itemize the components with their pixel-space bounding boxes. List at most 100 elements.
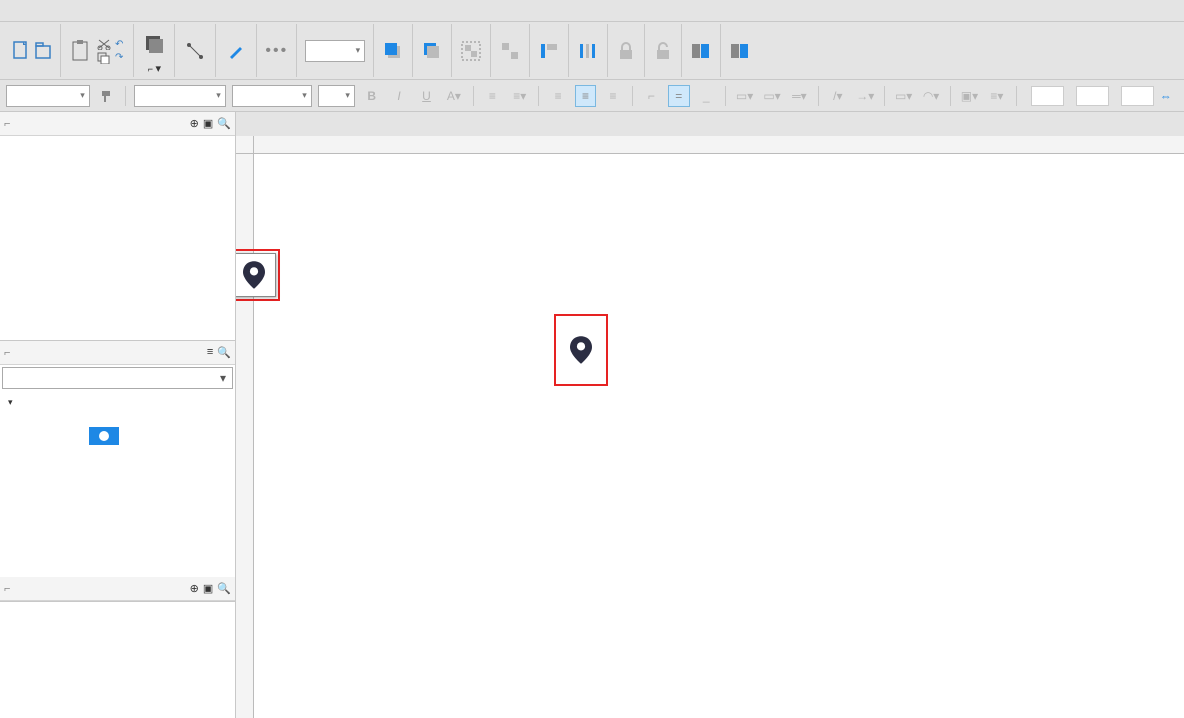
connect-icon bbox=[183, 39, 207, 63]
padding-button[interactable]: ▣▾ bbox=[959, 85, 980, 107]
canvas-widget-highlight[interactable] bbox=[554, 314, 608, 386]
collapse-icon[interactable]: ⌐ bbox=[4, 583, 10, 595]
collapse-icon[interactable]: ⌐ bbox=[4, 118, 10, 130]
library-item[interactable] bbox=[14, 424, 54, 458]
format-painter-button[interactable] bbox=[96, 85, 117, 107]
menu-layout[interactable] bbox=[54, 9, 66, 13]
add-folder-icon[interactable]: ▣ bbox=[203, 117, 213, 130]
masters-panel bbox=[0, 601, 235, 718]
menu-icon[interactable]: ≡ bbox=[207, 346, 213, 359]
add-page-icon[interactable]: ⊕ bbox=[190, 117, 199, 130]
menu-publish[interactable] bbox=[66, 9, 78, 13]
linespacing-button[interactable]: ≡▾ bbox=[509, 85, 530, 107]
new-file-icon[interactable] bbox=[12, 40, 30, 62]
toolgroup-front[interactable] bbox=[374, 24, 413, 77]
valign-middle-button[interactable]: = bbox=[668, 85, 689, 107]
align-left-button[interactable]: ≡ bbox=[547, 85, 568, 107]
toolgroup-group[interactable] bbox=[452, 24, 491, 77]
menu-edit[interactable] bbox=[18, 9, 30, 13]
toolgroup-file bbox=[4, 24, 61, 77]
menu-team[interactable] bbox=[78, 9, 90, 13]
font-select[interactable] bbox=[134, 85, 226, 107]
library-select[interactable] bbox=[2, 367, 233, 389]
pages-panel-header: ⌐ ⊕ ▣ 🔍 bbox=[0, 112, 235, 136]
text-color-button[interactable]: A▾ bbox=[443, 85, 464, 107]
distribute-icon bbox=[577, 40, 599, 62]
panel-left-icon bbox=[690, 42, 712, 60]
toolgroup-zoom bbox=[297, 24, 374, 77]
spacing-button[interactable]: ≡▾ bbox=[986, 85, 1007, 107]
lock-aspect-icon[interactable]: ⇔ bbox=[1160, 89, 1172, 103]
toolgroup-lock[interactable] bbox=[608, 24, 645, 77]
toolgroup-clipboard: ↶ ↷ bbox=[61, 24, 134, 77]
ruler-horizontal bbox=[254, 136, 1184, 154]
cut-icon[interactable] bbox=[97, 38, 111, 50]
outer-border-button[interactable]: ▭▾ bbox=[893, 85, 914, 107]
search-icon[interactable]: 🔍 bbox=[217, 346, 231, 359]
border-color-button[interactable]: ▭▾ bbox=[761, 85, 782, 107]
location-pin-icon bbox=[243, 261, 265, 289]
weight-select[interactable] bbox=[232, 85, 312, 107]
valign-bottom-button[interactable]: _ bbox=[696, 85, 717, 107]
copy-icon[interactable] bbox=[97, 52, 111, 64]
menu-project[interactable] bbox=[42, 9, 54, 13]
toolgroup-left[interactable] bbox=[682, 24, 721, 77]
toolgroup-pen[interactable] bbox=[216, 24, 257, 77]
collapse-icon[interactable]: ⌐ bbox=[4, 347, 10, 359]
toolgroup-distribute[interactable] bbox=[569, 24, 608, 77]
more-icon: ••• bbox=[265, 42, 288, 60]
align-right-button[interactable]: ≡ bbox=[602, 85, 623, 107]
toolgroup-select[interactable]: ⌐ ▾ bbox=[134, 24, 175, 77]
redo-button[interactable]: ↷ bbox=[115, 52, 125, 63]
format-bar: B I U A▾ ≡ ≡▾ ≡ ≡ ≡ ⌐ = _ ▭▾ ▭▾ ═▾ /▾ →▾… bbox=[0, 80, 1184, 112]
size-select[interactable] bbox=[318, 85, 355, 107]
workspace: ⌐ ⊕ ▣ 🔍 ⌐ ≡ 🔍 ▾ bbox=[0, 112, 1184, 718]
back-icon bbox=[421, 40, 443, 62]
toolgroup-right[interactable] bbox=[721, 24, 759, 77]
toolgroup-align[interactable] bbox=[530, 24, 569, 77]
toolgroup-more[interactable]: ••• bbox=[257, 24, 297, 77]
valign-top-button[interactable]: ⌐ bbox=[641, 85, 662, 107]
pages-tree bbox=[0, 136, 235, 341]
undo-button[interactable]: ↶ bbox=[115, 39, 125, 50]
border-width-button[interactable]: ═▾ bbox=[789, 85, 810, 107]
menu-view[interactable] bbox=[30, 9, 42, 13]
library-section[interactable]: ▾ bbox=[0, 391, 235, 414]
align-center-button[interactable]: ≡ bbox=[575, 85, 596, 107]
canvas-area bbox=[236, 112, 1184, 718]
canvas[interactable] bbox=[254, 154, 1184, 718]
w-input[interactable] bbox=[1121, 86, 1154, 106]
toolgroup-back[interactable] bbox=[413, 24, 452, 77]
menu-account[interactable] bbox=[90, 9, 102, 13]
main-toolbar: ↶ ↷ ⌐ ▾ ••• bbox=[0, 22, 1184, 80]
fill-button[interactable]: ▭▾ bbox=[734, 85, 755, 107]
y-input[interactable] bbox=[1076, 86, 1109, 106]
zoom-select[interactable] bbox=[305, 40, 365, 62]
line-style-button[interactable]: /▾ bbox=[827, 85, 848, 107]
library-item[interactable] bbox=[84, 424, 124, 458]
italic-button[interactable]: I bbox=[388, 85, 409, 107]
add-folder-icon[interactable]: ▣ bbox=[203, 582, 213, 595]
search-icon[interactable]: 🔍 bbox=[217, 117, 231, 130]
ruler-corner bbox=[236, 136, 254, 154]
bullets-button[interactable]: ≡ bbox=[482, 85, 503, 107]
bold-button[interactable]: B bbox=[361, 85, 382, 107]
toolgroup-ungroup[interactable] bbox=[491, 24, 530, 77]
menu-file[interactable] bbox=[6, 9, 18, 13]
x-input[interactable] bbox=[1031, 86, 1064, 106]
arrow-button[interactable]: →▾ bbox=[855, 85, 876, 107]
toolgroup-connect[interactable] bbox=[175, 24, 216, 77]
menu-help[interactable] bbox=[102, 9, 114, 13]
canvas-wrap bbox=[236, 136, 1184, 718]
left-column: ⌐ ⊕ ▣ 🔍 ⌐ ≡ 🔍 ▾ bbox=[0, 112, 236, 718]
corner-button[interactable]: ◠▾ bbox=[920, 85, 941, 107]
underline-button[interactable]: U bbox=[416, 85, 437, 107]
paste-icon[interactable] bbox=[69, 38, 93, 64]
add-master-icon[interactable]: ⊕ bbox=[190, 582, 199, 595]
open-file-icon[interactable] bbox=[34, 40, 52, 62]
search-icon[interactable]: 🔍 bbox=[217, 582, 231, 595]
style-select[interactable] bbox=[6, 85, 90, 107]
unlock-icon bbox=[653, 40, 673, 62]
dragged-widget[interactable] bbox=[236, 253, 276, 297]
toolgroup-unlock[interactable] bbox=[645, 24, 682, 77]
